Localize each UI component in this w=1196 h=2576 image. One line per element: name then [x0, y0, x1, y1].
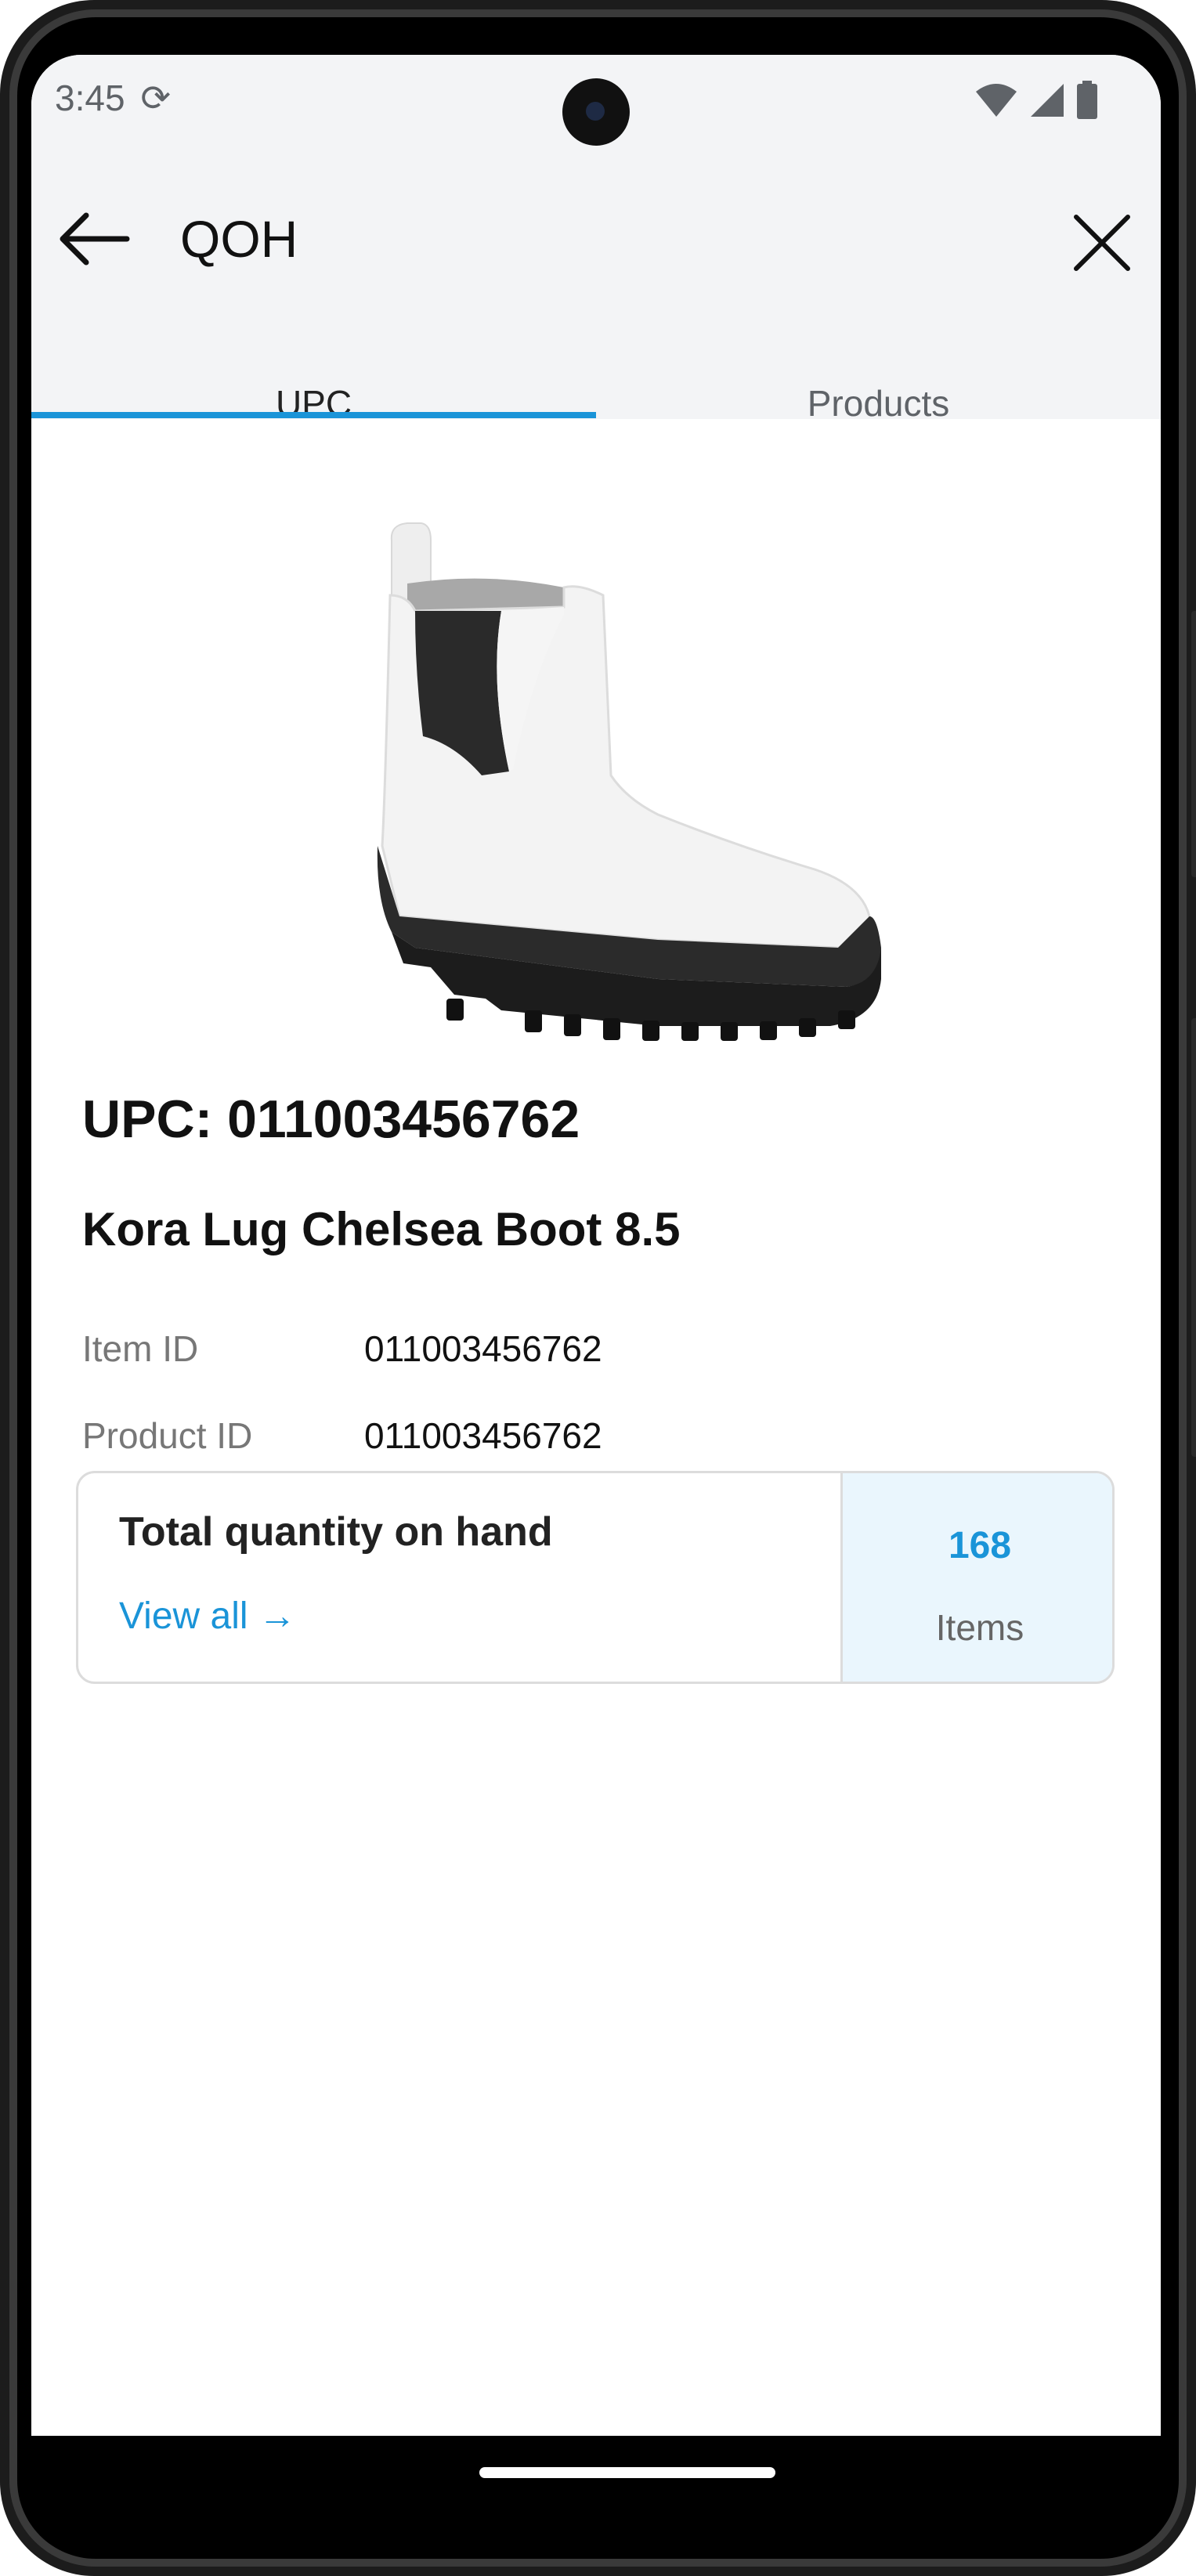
- side-button-power: [1191, 611, 1196, 877]
- app-screen: 3:45 ⟳ QOH UPC Products UPC: 01100345676…: [31, 55, 1161, 2436]
- system-nav-bar: [31, 2436, 1161, 2502]
- upc-heading: UPC: 011003456762: [82, 1089, 580, 1149]
- quantity-unit: Items: [935, 1607, 1024, 1648]
- home-gesture-handle[interactable]: [479, 2467, 775, 2478]
- tab-products[interactable]: Products: [596, 356, 1161, 474]
- view-all-link[interactable]: View all →: [119, 1595, 296, 1638]
- front-camera: [562, 78, 630, 146]
- status-bar: 3:45 ⟳: [55, 64, 171, 132]
- status-time: 3:45: [55, 78, 125, 118]
- product-id-label: Product ID: [82, 1415, 253, 1456]
- quantity-count-panel: 168 Items: [840, 1473, 1112, 1682]
- quantity-count: 168: [948, 1525, 1012, 1566]
- product-id-value: 011003456762: [364, 1415, 602, 1456]
- quantity-card-title: Total quantity on hand: [119, 1509, 553, 1555]
- back-arrow-icon: [60, 212, 130, 266]
- battery-icon: [1077, 81, 1097, 119]
- item-id-label: Item ID: [82, 1328, 199, 1369]
- quantity-card-info: Total quantity on hand View all →: [78, 1473, 840, 1682]
- product-name: Kora Lug Chelsea Boot 8.5: [82, 1203, 681, 1255]
- quantity-on-hand-card: Total quantity on hand View all → 168 It…: [76, 1471, 1115, 1684]
- wifi-icon: [976, 84, 1017, 117]
- back-button[interactable]: [55, 208, 133, 270]
- close-icon: [1074, 215, 1130, 271]
- page-title: QOH: [180, 210, 298, 268]
- signal-icon: [1031, 84, 1064, 117]
- toolbar: QOH: [31, 188, 1161, 290]
- status-icons: [974, 77, 1098, 124]
- item-id-value: 011003456762: [364, 1328, 602, 1369]
- sync-icon: ⟳: [140, 78, 172, 118]
- active-tab-indicator: [31, 412, 596, 418]
- product-image: [377, 522, 881, 1041]
- close-button[interactable]: [1067, 208, 1137, 278]
- side-button-volume: [1191, 1018, 1196, 1457]
